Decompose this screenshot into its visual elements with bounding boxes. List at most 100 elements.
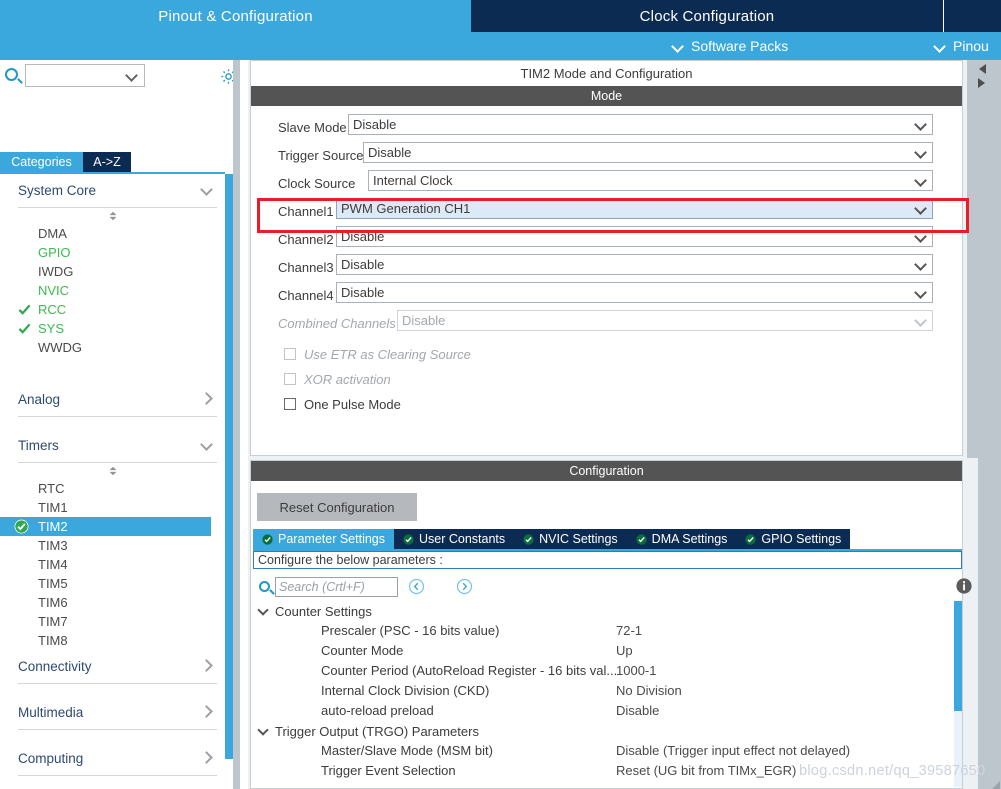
field-channel2-select[interactable]: Disable (336, 226, 933, 247)
menu-pinout[interactable]: Pinou (935, 32, 989, 60)
parameter-search-input[interactable]: Search (Crtl+F) (275, 577, 398, 597)
chevron-down-icon (202, 184, 213, 195)
categories-scrollbar[interactable] (225, 174, 233, 789)
category-group-computing[interactable]: Computing (18, 742, 217, 776)
field-clock-source-select[interactable]: Internal Clock (368, 170, 933, 191)
resize-corner-icon[interactable] (989, 777, 1001, 789)
tab-clock-configuration[interactable]: Clock Configuration (471, 0, 943, 32)
param-master-slave-mode-msm-bit-value: Disable (Trigger input effect not delaye… (616, 743, 851, 758)
sidebar-item-tim6[interactable]: TIM6 (0, 593, 225, 612)
chevron-down-icon (916, 175, 927, 186)
sidebar-item-iwdg[interactable]: IWDG (0, 262, 225, 281)
param-prescaler-psc-16-bits-value-row[interactable]: Prescaler (PSC - 16 bits value) 72-1 (253, 621, 953, 641)
sidebar-item-wwdg[interactable]: WWDG (0, 338, 225, 357)
tab-categories-label: Categories (11, 155, 72, 169)
parameter-list-scrollbar-thumb[interactable] (954, 601, 962, 711)
sidebar-item-iwdg-label: IWDG (38, 264, 74, 279)
circle-left-arrow-icon[interactable] (408, 578, 425, 595)
category-group-timers[interactable]: Timers (18, 429, 217, 463)
menu-pinout-label: Pinou (953, 38, 989, 54)
category-group-multimedia[interactable]: Multimedia (18, 696, 217, 730)
check-circle-icon (403, 533, 414, 545)
checkbox-use-etr-as-clearing-source-row: Use ETR as Clearing Source (251, 344, 962, 369)
tree-spinner-icon[interactable] (0, 463, 225, 479)
sidebar-item-tim1[interactable]: TIM1 (0, 498, 225, 517)
tab-pinout-configuration[interactable]: Pinout & Configuration (0, 0, 471, 32)
chevron-right-icon (202, 752, 213, 763)
mode-card: TIM2 Mode and Configuration Mode Slave M… (250, 60, 963, 456)
tree-spinner-icon[interactable] (0, 208, 225, 224)
panel-splitter[interactable] (233, 60, 240, 789)
field-trigger-source-select[interactable]: Disable (363, 142, 933, 163)
categories-tree[interactable]: System Core DMA GPIO IWDG NVIC RCC SYS WWDG Anal… (0, 174, 225, 789)
param-auto-reload-preload-row[interactable]: auto-reload preload Disable (253, 701, 953, 721)
outer-scroll-gutter[interactable] (978, 60, 1001, 789)
param-master-slave-mode-msm-bit-row[interactable]: Master/Slave Mode (MSM bit) Disable (Trig… (253, 741, 953, 761)
field-slave-mode-select[interactable]: Disable (348, 114, 933, 135)
section-trigger-output-trgo-parameters-label: Trigger Output (TRGO) Parameters (275, 723, 479, 739)
tab-dma-settings[interactable]: DMA Settings (626, 529, 737, 549)
sidebar-item-sys[interactable]: SYS (0, 319, 225, 338)
parameter-list[interactable]: Counter Settings Prescaler (PSC - 16 bits… (253, 601, 953, 789)
check-circle-icon (14, 519, 29, 534)
tab-parameter-settings[interactable]: Parameter Settings (253, 529, 394, 549)
category-group-system-core[interactable]: System Core (18, 174, 217, 208)
categories-scrollbar-thumb[interactable] (225, 174, 233, 759)
field-channel1-select[interactable]: PWM Generation CH1 (336, 198, 933, 219)
search-icon (5, 68, 18, 81)
param-internal-clock-division-ckd-value: No Division (616, 683, 682, 698)
info-icon[interactable] (955, 577, 973, 595)
category-group-analog[interactable]: Analog (18, 383, 217, 417)
tab-nvic-settings[interactable]: NVIC Settings (514, 529, 627, 549)
section-trigger-output-trgo-parameters[interactable]: Trigger Output (TRGO) Parameters (253, 721, 953, 741)
sidebar-item-tim2[interactable]: TIM2 (0, 517, 211, 536)
scroll-arrows[interactable] (975, 62, 988, 90)
param-auto-reload-preload-value: Disable (616, 703, 660, 718)
field-channel3-select[interactable]: Disable (336, 254, 933, 275)
reset-configuration-button[interactable]: Reset Configuration (257, 493, 417, 521)
check-circle-icon (523, 533, 534, 545)
category-group-connectivity[interactable]: Connectivity (18, 650, 217, 684)
tab-a-to-z[interactable]: A->Z (83, 152, 131, 172)
sidebar-item-rtc-label: RTC (38, 481, 65, 496)
sidebar-item-tim4-label: TIM4 (38, 557, 68, 572)
chevron-right-icon (202, 706, 213, 717)
field-channel4-value: Disable (341, 285, 385, 300)
sidebar-item-dma[interactable]: DMA (0, 224, 225, 243)
category-group-label: System Core (18, 183, 97, 198)
sidebar-item-rtc[interactable]: RTC (0, 479, 225, 498)
field-channel4-select[interactable]: Disable (336, 282, 933, 303)
sidebar-item-tim7[interactable]: TIM7 (0, 612, 225, 631)
sidebar-item-tim8[interactable]: TIM8 (0, 631, 225, 650)
param-internal-clock-division-ckd-row[interactable]: Internal Clock Division (CKD) No Division (253, 681, 953, 701)
tab-user-constants[interactable]: User Constants (394, 529, 515, 549)
mode-scroll-gutter[interactable] (967, 60, 978, 458)
field-trigger-source-label: Trigger Source (278, 148, 364, 163)
field-slave-mode-value: Disable (353, 117, 397, 132)
tab-categories[interactable]: Categories (0, 152, 83, 172)
field-channel2-row: Channel2 Disable (251, 226, 962, 254)
sidebar-item-tim3[interactable]: TIM3 (0, 536, 225, 555)
checkbox-one-pulse-mode[interactable] (284, 398, 296, 410)
circle-right-arrow-icon[interactable] (456, 578, 473, 595)
sidebar-item-sys-label: SYS (38, 321, 65, 336)
sidebar-item-rcc[interactable]: RCC (0, 300, 225, 319)
tab-parameter-settings-label: Parameter Settings (278, 532, 385, 546)
sidebar-item-tim5[interactable]: TIM5 (0, 574, 225, 593)
section-counter-settings[interactable]: Counter Settings (253, 601, 953, 621)
parameter-toolbar: Search (Crtl+F) (253, 573, 972, 601)
menu-software-packs[interactable]: Software Packs (673, 32, 788, 60)
categories-search-combo[interactable] (25, 64, 145, 87)
tab-gpio-settings[interactable]: GPIO Settings (736, 529, 851, 549)
param-counter-period-autoreload-register-16-bi-row[interactable]: Counter Period (AutoReload Register - 16… (253, 661, 953, 681)
sidebar-item-gpio[interactable]: GPIO (0, 243, 225, 262)
field-channel2-label: Channel2 (278, 232, 334, 247)
field-trigger-source-value: Disable (368, 145, 412, 160)
tab-overflow-area[interactable] (943, 0, 1001, 32)
chevron-down-icon (916, 315, 927, 326)
sidebar-item-tim4[interactable]: TIM4 (0, 555, 225, 574)
param-counter-mode-row[interactable]: Counter Mode Up (253, 641, 953, 661)
parameter-list-scrollbar[interactable] (954, 601, 962, 787)
sidebar-item-nvic[interactable]: NVIC (0, 281, 225, 300)
chevron-down-icon (673, 41, 684, 52)
